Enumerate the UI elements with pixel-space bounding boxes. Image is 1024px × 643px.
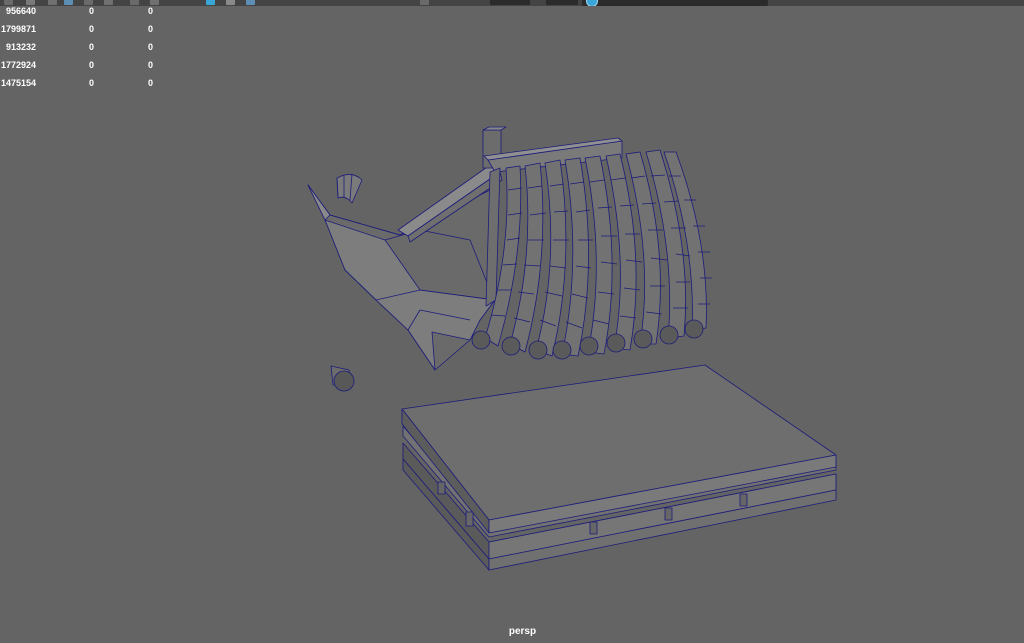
loose-tile-model[interactable] — [336, 173, 363, 204]
camera-label: persp — [508, 626, 537, 637]
roof-tiles-model[interactable] — [471, 149, 712, 360]
viewport-canvas[interactable] — [0, 0, 1024, 643]
wooden-platform-model[interactable] — [401, 364, 837, 571]
loose-tile-end-model[interactable] — [330, 365, 355, 392]
